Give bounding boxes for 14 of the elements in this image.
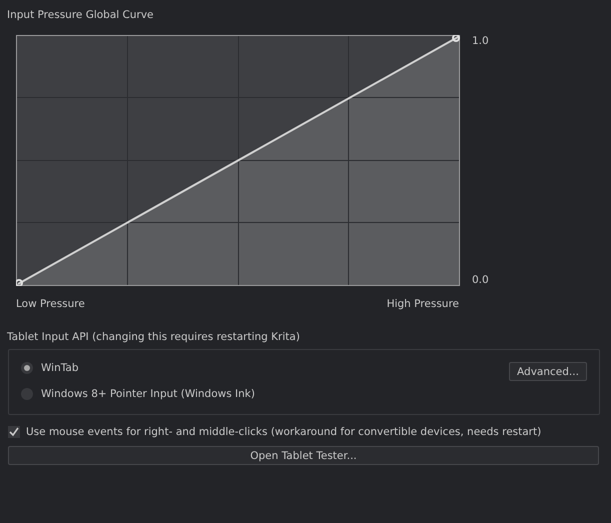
open-tablet-tester-button[interactable]: Open Tablet Tester... (8, 446, 599, 465)
section-title: Tablet Input API (changing this requires restarting Krita) (6, 330, 301, 345)
radio-label[interactable]: WinTab (41, 362, 78, 374)
axis-label: Low Pressure (16, 298, 85, 310)
checkbox[interactable] (8, 426, 20, 438)
curve-title: Input Pressure Global Curve (6, 8, 155, 23)
radio-label[interactable]: Windows 8+ Pointer Input (Windows Ink) (41, 388, 255, 400)
pressure-curve-editor[interactable] (16, 35, 460, 286)
advanced-button[interactable]: Advanced... (509, 362, 587, 381)
checkbox-label[interactable]: Use mouse events for right- and middle-clicks (workaround for convertible devices, needs restart) (26, 426, 542, 438)
radio-button[interactable] (21, 362, 33, 374)
axis-label: 0.0 (472, 274, 489, 286)
axis-label: 1.0 (472, 35, 489, 47)
axis-label: High Pressure (386, 298, 459, 310)
